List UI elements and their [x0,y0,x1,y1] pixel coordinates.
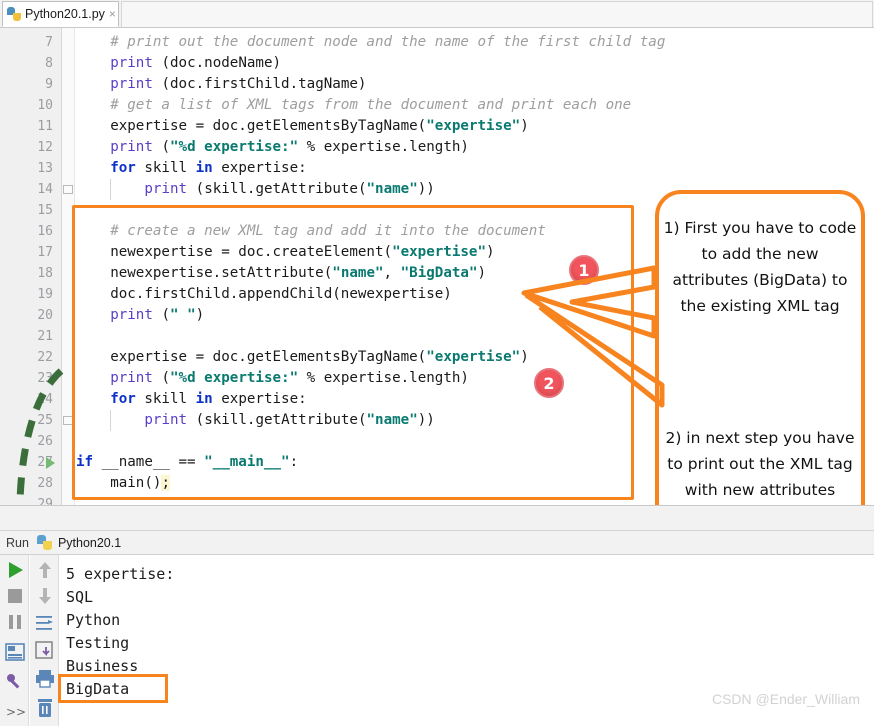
watermark: CSDN @Ender_William [712,691,860,707]
code-line[interactable]: # get a list of XML tags from the docume… [110,95,631,116]
python-run-icon [37,535,52,550]
annotation-badge-1: 1 [569,255,599,285]
line-number: 13 [13,158,53,179]
layout-panes-button[interactable] [3,640,27,664]
run-window-label: Run [6,536,29,550]
close-icon[interactable]: × [109,8,116,20]
line-number: 26 [13,431,53,452]
code-line[interactable]: print ("%d expertise:" % expertise.lengt… [110,368,469,389]
tab-bar-empty-space [121,1,873,27]
code-line[interactable]: print ("%d expertise:" % expertise.lengt… [110,137,469,158]
line-number: 20 [13,305,53,326]
line-number: 22 [13,347,53,368]
console-output-highlight-box [58,674,168,703]
run-tool-window-header: Run Python20.1 [0,531,874,555]
line-number: 24 [13,389,53,410]
up-the-stack-trace-button[interactable] [33,558,57,582]
line-number: 8 [13,53,53,74]
console-output-line: Python [66,609,120,632]
code-line[interactable]: print (doc.nodeName) [110,53,281,74]
line-number: 18 [13,263,53,284]
line-number: 7 [13,32,53,53]
console-splitter[interactable] [0,505,874,531]
console-output-line: 5 expertise: [66,563,174,586]
down-the-stack-trace-button[interactable] [33,584,57,608]
line-number: 21 [13,326,53,347]
code-line[interactable]: for skill in expertise: [110,158,306,179]
pycharm-window: Python20.1.py × 789101112131415161718192… [0,0,874,721]
console-left-toolbar: >> [0,555,29,726]
fold-marker-icon[interactable] [63,185,73,194]
console-right-toolbar [30,555,59,726]
line-number: 9 [13,74,53,95]
code-line[interactable]: newexpertise = doc.createElement("expert… [110,242,494,263]
code-line[interactable]: print (skill.getAttribute("name")) [144,179,434,200]
line-number: 16 [13,221,53,242]
scroll-to-end-button[interactable] [33,639,57,663]
code-line[interactable]: # print out the document node and the na… [110,32,665,53]
line-number: 17 [13,242,53,263]
stop-button[interactable] [3,584,27,608]
clear-all-button[interactable] [33,696,57,720]
more-button[interactable]: >> [3,699,27,723]
pause-button[interactable] [3,610,27,634]
editor-tab-label: Python20.1.py [25,7,105,21]
code-line[interactable]: if __name__ == "__main__": [76,452,298,473]
indent-guide [110,179,111,200]
run-configuration-name: Python20.1 [58,536,121,550]
soft-wrap-button[interactable] [33,611,57,635]
print-button[interactable] [33,667,57,691]
editor-gutter: 7891011121314151617181920212223242526272… [0,28,62,505]
rerun-button[interactable] [3,558,27,582]
python-file-icon [7,7,21,21]
code-line[interactable]: doc.firstChild.appendChild(newexpertise) [110,284,452,305]
pin-button[interactable] [3,670,27,694]
code-line[interactable]: # create a new XML tag and add it into t… [110,221,546,242]
editor-tab-bar: Python20.1.py × [0,0,874,28]
svg-text:>>: >> [6,705,26,719]
line-number: 23 [13,368,53,389]
callout-paragraph-1: 1) First you have to code to add the new… [663,215,857,319]
fold-marker-icon[interactable] [63,416,73,425]
code-line[interactable]: print (skill.getAttribute("name")) [144,410,434,431]
code-line[interactable]: main(); [110,473,170,494]
line-number: 19 [13,284,53,305]
code-line[interactable]: print (" ") [110,305,204,326]
editor-fold-markers [62,28,75,505]
code-line[interactable]: for skill in expertise: [110,389,306,410]
line-number: 10 [13,95,53,116]
annotation-badge-2: 2 [534,368,564,398]
console-output-line: SQL [66,586,93,609]
code-line[interactable]: print (doc.firstChild.tagName) [110,74,366,95]
code-line[interactable]: newexpertise.setAttribute("name", "BigDa… [110,263,486,284]
line-number: 15 [13,200,53,221]
code-line[interactable]: expertise = doc.getElementsByTagName("ex… [110,116,529,137]
line-number: 14 [13,179,53,200]
editor-tab-python20-1[interactable]: Python20.1.py × [2,1,119,27]
code-line[interactable]: expertise = doc.getElementsByTagName("ex… [110,347,529,368]
line-number: 25 [13,410,53,431]
line-number: 28 [13,473,53,494]
line-number: 11 [13,116,53,137]
indent-guide [110,410,111,431]
console-output-line: Testing [66,632,129,655]
run-gutter-arrow-icon[interactable] [46,457,55,469]
line-number: 12 [13,137,53,158]
